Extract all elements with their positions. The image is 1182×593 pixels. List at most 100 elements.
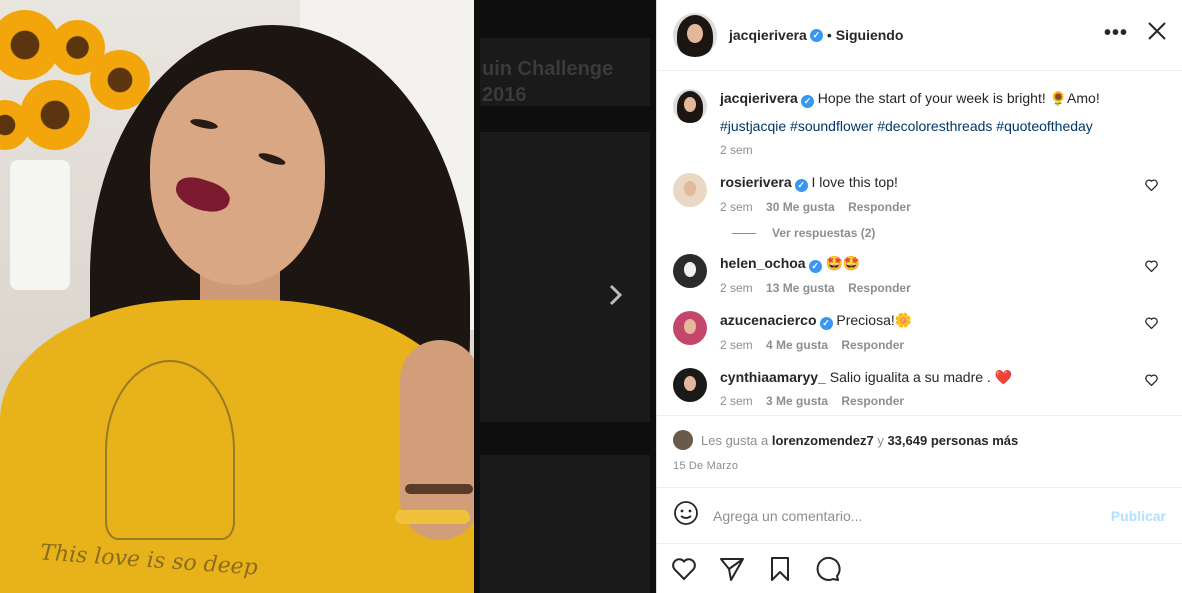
liked-by-connector: y <box>877 432 884 448</box>
comment-time: 2 sem <box>720 281 753 295</box>
comment-time: 2 sem <box>720 394 753 408</box>
replies-divider <box>732 232 756 234</box>
verified-badge-icon: ✓ <box>819 317 833 330</box>
comment-meta: 2 sem 13 Me gusta Responder <box>720 279 1166 297</box>
heart-icon[interactable] <box>1145 260 1158 275</box>
shirt-flower-print <box>105 360 235 540</box>
comment-body: rosierivera ✓ I love this top! 2 sem 30 M… <box>720 173 1166 216</box>
publish-button[interactable]: Publicar <box>1111 508 1166 524</box>
comment-body: helen_ochoa ✓ 🤩🤩 2 sem 13 Me gusta Respon… <box>720 254 1166 297</box>
action-bar <box>657 543 1182 593</box>
verified-badge-icon: ✓ <box>808 260 822 273</box>
post-panel: jacqierivera ✓ • Siguiendo ••• jacqieriv… <box>656 0 1182 593</box>
comment-time: 2 sem <box>720 200 753 214</box>
backdrop-title-line: uin Challenge <box>482 58 614 80</box>
liked-by-count[interactable]: 33,649 personas más <box>887 433 1018 448</box>
comment-meta: 2 sem 3 Me gusta Responder <box>720 392 1166 410</box>
next-arrow-icon[interactable] <box>600 280 630 310</box>
caption-time: 2 sem <box>720 141 1166 159</box>
add-comment-bar: Publicar <box>657 487 1182 543</box>
avatar[interactable] <box>673 89 707 123</box>
heart-icon[interactable] <box>1145 179 1158 194</box>
face <box>150 70 325 285</box>
comment-username[interactable]: helen_ochoa <box>720 255 806 271</box>
comment-item: cynthiaamaryy_ Salio igualita a su madre… <box>673 368 1166 410</box>
verified-badge-icon: ✓ <box>809 28 823 42</box>
avatar[interactable] <box>673 368 707 402</box>
comment-text: Preciosa!🌼 <box>836 312 913 328</box>
comment-text: Salio igualita a su madre . ❤️ <box>829 369 1013 385</box>
comment-username[interactable]: cynthiaamaryy_ <box>720 369 826 385</box>
post-photo: This love is so deep <box>0 0 474 593</box>
view-replies-button[interactable]: Ver respuestas (2) <box>732 226 1166 240</box>
comment-likes[interactable]: 13 Me gusta <box>766 281 835 295</box>
backdrop-title: uin Challenge 2016 <box>482 56 613 108</box>
header-username[interactable]: jacqierivera <box>729 27 807 43</box>
comment-likes[interactable]: 4 Me gusta <box>766 338 828 352</box>
paper-plane-icon[interactable] <box>719 556 745 582</box>
comment-item: azucenacierco ✓ Preciosa!🌼 2 sem 4 Me gus… <box>673 311 1166 354</box>
comment-meta: 2 sem 30 Me gusta Responder <box>720 198 1166 216</box>
avatar-face <box>683 262 697 278</box>
comment-time: 2 sem <box>720 338 753 352</box>
liked-by[interactable]: Les gusta a lorenzomendez7 y 33,649 pers… <box>673 430 1166 450</box>
heart-icon[interactable] <box>671 556 697 582</box>
comment-body: azucenacierco ✓ Preciosa!🌼 2 sem 4 Me gus… <box>720 311 1166 354</box>
avatar[interactable] <box>673 173 707 207</box>
liked-by-prefix: Les gusta a <box>701 432 769 448</box>
caption-time-text: 2 sem <box>720 143 753 157</box>
caption: jacqierivera ✓ Hope the start of your wee… <box>673 89 1166 159</box>
post-date: 15 De Marzo <box>673 460 739 472</box>
verified-badge-icon: ✓ <box>800 95 814 108</box>
avatar-face <box>683 319 697 335</box>
comment-text: 🤩🤩 <box>825 255 861 271</box>
separator-dot: • <box>826 27 832 43</box>
avatar[interactable] <box>673 254 707 288</box>
heart-icon[interactable] <box>1145 374 1158 389</box>
verified-badge-icon: ✓ <box>794 179 808 192</box>
comment-likes[interactable]: 3 Me gusta <box>766 394 828 408</box>
comment-username[interactable]: azucenacierco <box>720 312 817 328</box>
reply-button[interactable]: Responder <box>841 394 904 408</box>
comment-username[interactable]: rosierivera <box>720 174 792 190</box>
comment-text: I love this top! <box>811 174 898 190</box>
avatar <box>673 430 693 450</box>
caption-body: jacqierivera ✓ Hope the start of your wee… <box>720 89 1166 159</box>
caption-text: Hope the start of your week is bright! 🌻… <box>817 90 1100 106</box>
post-header: jacqierivera ✓ • Siguiendo ••• <box>657 0 1182 71</box>
avatar[interactable] <box>673 13 717 57</box>
caption-username[interactable]: jacqierivera <box>720 90 798 106</box>
reply-button[interactable]: Responder <box>848 200 911 214</box>
backdrop-title-line: 2016 <box>482 84 527 106</box>
comment-meta: 2 sem 4 Me gusta Responder <box>720 336 1166 354</box>
avatar[interactable] <box>673 311 707 345</box>
comment-item: helen_ochoa ✓ 🤩🤩 2 sem 13 Me gusta Respon… <box>673 254 1166 297</box>
likes-section: Les gusta a lorenzomendez7 y 33,649 pers… <box>657 415 1182 487</box>
flower-vase <box>10 160 70 290</box>
comment-input[interactable] <box>713 507 1111 524</box>
reply-button[interactable]: Responder <box>848 281 911 295</box>
view-replies-label: Ver respuestas (2) <box>772 226 876 240</box>
comment-item: rosierivera ✓ I love this top! 2 sem 30 M… <box>673 173 1166 216</box>
comment-likes[interactable]: 30 Me gusta <box>766 200 835 214</box>
comments-list: jacqierivera ✓ Hope the start of your wee… <box>657 71 1182 414</box>
bracelet-band <box>405 484 473 494</box>
liked-by-user[interactable]: lorenzomendez7 <box>772 433 874 448</box>
heart-icon[interactable] <box>1145 317 1158 332</box>
backdrop-card <box>480 132 650 422</box>
more-options-icon[interactable]: ••• <box>1104 22 1128 45</box>
close-icon[interactable] <box>1146 20 1168 46</box>
avatar-face <box>683 181 697 197</box>
speech-bubble-icon[interactable] <box>815 556 841 582</box>
beaded-bracelet <box>395 510 470 524</box>
avatar-face <box>687 23 703 43</box>
following-button[interactable]: Siguiendo <box>836 27 904 43</box>
bookmark-icon[interactable] <box>767 556 793 582</box>
sunflower <box>20 80 90 150</box>
backdrop-card <box>480 455 650 593</box>
smiley-icon[interactable] <box>673 500 699 532</box>
reply-button[interactable]: Responder <box>841 338 904 352</box>
comment-body: cynthiaamaryy_ Salio igualita a su madre… <box>720 368 1166 410</box>
avatar-face <box>683 376 697 392</box>
caption-hashtags[interactable]: #justjacqie #soundflower #decoloresthrea… <box>720 117 1166 135</box>
